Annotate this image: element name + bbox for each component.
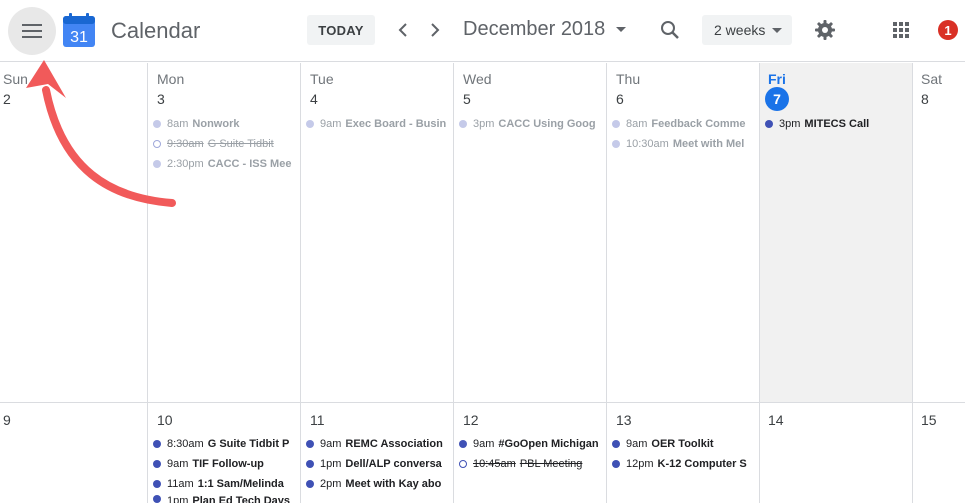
- column-divider: [453, 63, 454, 503]
- date-6[interactable]: 6: [616, 91, 624, 107]
- event-dot: [612, 120, 620, 128]
- date-13[interactable]: 13: [616, 412, 632, 428]
- event-dot-outline: [459, 460, 467, 468]
- event-item-declined[interactable]: 10:45am PBL Meeting: [459, 455, 602, 473]
- event-dot: [306, 120, 314, 128]
- event-item[interactable]: 12pm K-12 Computer S: [612, 455, 755, 473]
- event-item[interactable]: 9am #GoOpen Michigan: [459, 435, 602, 453]
- calendar-grid: Sun 2 Mon 3 Tue 4 Wed 5 Thu 6 Fri 7 Sat …: [0, 63, 965, 503]
- event-item[interactable]: 11am 1:1 Sam/Melinda: [153, 475, 296, 493]
- menu-icon: [22, 24, 42, 38]
- main-menu-button[interactable]: [8, 7, 56, 55]
- chevron-down-icon: [772, 28, 782, 33]
- event-dot: [153, 120, 161, 128]
- previous-period-button[interactable]: [391, 18, 415, 42]
- day-of-week-tue: Tue: [310, 71, 334, 87]
- logo-number: 31: [70, 29, 88, 46]
- column-divider: [147, 63, 148, 503]
- event-dot: [306, 440, 314, 448]
- top-bar: 31 Calendar TODAY December 2018 2 weeks: [0, 0, 965, 62]
- date-12[interactable]: 12: [463, 412, 479, 428]
- event-dot: [153, 440, 161, 448]
- date-14[interactable]: 14: [768, 412, 784, 428]
- event-item[interactable]: 1pm Dell/ALP conversa: [306, 455, 449, 473]
- today-button[interactable]: TODAY: [307, 15, 375, 45]
- day-of-week-mon: Mon: [157, 71, 185, 87]
- event-item[interactable]: 8:30am G Suite Tidbit P: [153, 435, 296, 453]
- next-period-button[interactable]: [423, 18, 447, 42]
- search-icon[interactable]: [658, 18, 682, 42]
- event-dot: [306, 460, 314, 468]
- week-divider: [0, 402, 965, 403]
- date-5[interactable]: 5: [463, 91, 471, 107]
- event-dot: [153, 460, 161, 468]
- event-dot: [153, 480, 161, 488]
- event-dot-outline: [153, 140, 161, 148]
- calendar-logo-icon[interactable]: 31: [63, 13, 95, 47]
- chevron-right-icon: [431, 23, 440, 37]
- day-of-week-sun: Sun: [3, 71, 28, 87]
- date-4[interactable]: 4: [310, 91, 318, 107]
- event-dot: [153, 495, 161, 503]
- date-8[interactable]: 8: [921, 91, 929, 107]
- date-7-today[interactable]: 7: [765, 87, 789, 111]
- date-9[interactable]: 9: [3, 412, 11, 428]
- column-divider: [912, 63, 913, 503]
- event-dot: [765, 120, 773, 128]
- view-selector-label: 2 weeks: [714, 22, 766, 38]
- column-divider: [759, 63, 760, 503]
- chevron-left-icon: [398, 23, 407, 37]
- event-item[interactable]: 10:30am Meet with Mel: [612, 135, 755, 153]
- event-dot: [153, 160, 161, 168]
- event-dot: [612, 440, 620, 448]
- gear-icon[interactable]: [813, 18, 837, 42]
- event-item[interactable]: 3pm MITECS Call: [765, 115, 908, 133]
- event-dot: [612, 140, 620, 148]
- date-10[interactable]: 10: [157, 412, 173, 428]
- view-selector[interactable]: 2 weeks: [702, 15, 792, 45]
- month-dropdown-caret-icon[interactable]: [616, 27, 626, 32]
- event-dot: [612, 460, 620, 468]
- event-item[interactable]: 9am OER Toolkit: [612, 435, 755, 453]
- event-item[interactable]: 8am Feedback Comme: [612, 115, 755, 133]
- date-15[interactable]: 15: [921, 412, 937, 428]
- notification-badge[interactable]: 1: [938, 20, 958, 40]
- event-dot: [459, 440, 467, 448]
- event-item[interactable]: 2:30pm CACC - ISS Mee: [153, 155, 296, 173]
- event-item[interactable]: 9am REMC Association: [306, 435, 449, 453]
- event-item[interactable]: 2pm Meet with Kay abo: [306, 475, 449, 493]
- apps-grid-icon[interactable]: [889, 18, 913, 42]
- event-item[interactable]: 9am Exec Board - Busin: [306, 115, 449, 133]
- month-label[interactable]: December 2018: [463, 18, 605, 41]
- column-divider: [300, 63, 301, 503]
- day-of-week-sat: Sat: [921, 71, 943, 87]
- event-dot: [459, 120, 467, 128]
- column-divider: [606, 63, 607, 503]
- event-item[interactable]: 8am Nonwork: [153, 115, 296, 133]
- event-item-partial[interactable]: 1pm Plan Ed Tech Days: [153, 495, 296, 503]
- date-2[interactable]: 2: [3, 91, 11, 107]
- day-of-week-thu: Thu: [616, 71, 641, 87]
- event-item[interactable]: 3pm CACC Using Goog: [459, 115, 602, 133]
- day-of-week-fri: Fri: [768, 71, 786, 87]
- event-item[interactable]: 9am TIF Follow-up: [153, 455, 296, 473]
- event-item-declined[interactable]: 9:30am G Suite Tidbit: [153, 135, 296, 153]
- day-of-week-wed: Wed: [463, 71, 492, 87]
- date-11[interactable]: 11: [310, 412, 325, 428]
- today-column-highlight: [760, 63, 912, 402]
- app-title: Calendar: [111, 18, 201, 43]
- date-3[interactable]: 3: [157, 91, 165, 107]
- event-dot: [306, 480, 314, 488]
